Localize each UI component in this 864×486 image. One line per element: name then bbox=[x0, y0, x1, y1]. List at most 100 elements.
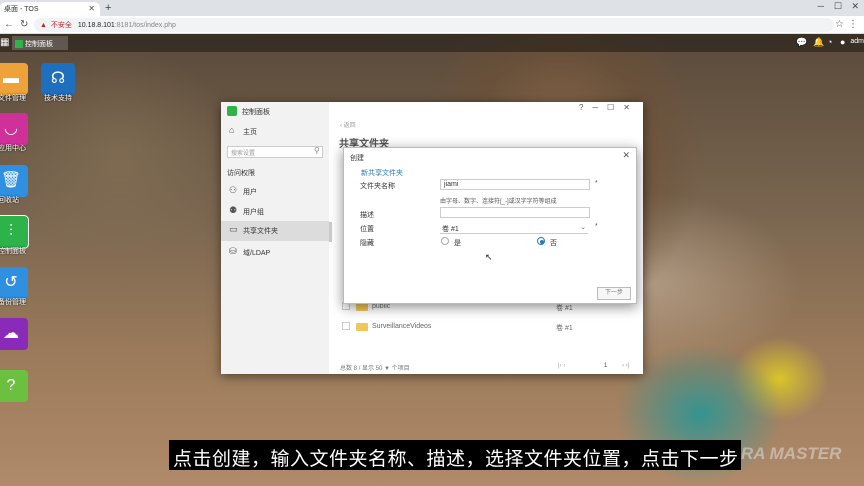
sidebar-item-home[interactable]: ⌂ 主页 bbox=[221, 122, 329, 140]
settings-search-input[interactable]: 搜索设置 bbox=[227, 146, 323, 158]
address-bar: ← ↻ ▲ 不安全 10.18.8.101:8181/tos/index.php… bbox=[0, 16, 864, 34]
video-subtitle: 点击创建，输入文件夹名称、描述，选择文件夹位置，点击下一步 bbox=[169, 440, 741, 470]
user-name[interactable]: adm bbox=[850, 38, 864, 45]
url-input[interactable]: ▲ 不安全 10.18.8.101:8181/tos/index.php bbox=[34, 18, 834, 32]
folder-name-hint: 由字母、数字、连接符[_-]或汉字字符等组成 bbox=[440, 199, 557, 205]
browser-tab-bar: 桌面 - TOS ✕ + ─ ☐ ✕ bbox=[0, 0, 864, 16]
brand-watermark: RA MASTER bbox=[741, 444, 842, 463]
folder-volume: 卷 #1 bbox=[556, 325, 573, 332]
folder-name-input[interactable]: jiami bbox=[440, 179, 590, 190]
radio-selected-dot bbox=[539, 239, 544, 244]
control-panel-sidebar: 控制面板 ⌂ 主页 搜索设置 ⚲ 访问权限 ⚇ 用户 ⚉ 用户组 ▭ 共享文件夹… bbox=[221, 102, 329, 374]
pagination-current[interactable]: 1 bbox=[604, 363, 607, 369]
user-icon: ⚇ bbox=[229, 185, 238, 195]
sidebar-item-shared-folders[interactable]: ▭ 共享文件夹 bbox=[221, 221, 329, 241]
folder-name-label: 文件夹名称 bbox=[360, 183, 395, 190]
folder-name: SurveillanceVideos bbox=[372, 323, 432, 330]
description-label: 描述 bbox=[360, 212, 374, 219]
chevron-down-icon: ⌄ bbox=[580, 224, 586, 231]
sidebar-item-label: 用户 bbox=[243, 189, 257, 196]
bookmark-star-icon[interactable]: ☆ bbox=[835, 19, 844, 30]
desktop-label-backup: 备份管理 bbox=[0, 299, 26, 306]
sidebar-item-users[interactable]: ⚇ 用户 bbox=[221, 182, 329, 200]
taskbar-app-label: 控制面板 bbox=[25, 41, 53, 48]
table-row[interactable]: SurveillanceVideos 卷 #1 bbox=[342, 320, 632, 334]
support-icon[interactable]: ☊ bbox=[41, 63, 75, 95]
required-mark: * bbox=[595, 180, 598, 187]
location-value: 卷 #1 bbox=[442, 226, 459, 233]
desktop-label-recycle-bin: 回收站 bbox=[0, 197, 19, 204]
sidebar-item-label: 主页 bbox=[243, 129, 257, 136]
app-center-icon[interactable]: ◡ bbox=[0, 113, 28, 145]
warning-icon: ▲ bbox=[40, 22, 47, 29]
dialog-close-icon[interactable]: ✕ bbox=[622, 150, 630, 161]
hidden-yes-label: 是 bbox=[454, 240, 461, 247]
group-icon: ⚉ bbox=[229, 205, 238, 215]
next-button[interactable]: 下一步 bbox=[597, 287, 631, 300]
window-controls[interactable]: ?─☐✕ bbox=[579, 103, 639, 112]
required-mark: * bbox=[595, 223, 598, 230]
pagination-prev[interactable]: |‹ ‹ bbox=[558, 363, 565, 369]
desktop-label-control-panel: 控制面板 bbox=[0, 248, 26, 255]
sidebar-item-domain-ldap[interactable]: ⛁ 域/LDAP bbox=[221, 243, 329, 261]
shared-folder-icon: ▭ bbox=[229, 224, 238, 234]
recycle-bin-icon[interactable]: 🗑 bbox=[0, 165, 28, 197]
create-share-dialog: 创建 ✕ 新共享文件夹 文件夹名称 jiami * 由字母、数字、连接符[_-]… bbox=[343, 147, 637, 304]
location-select[interactable]: 卷 #1 ⌄ bbox=[440, 223, 588, 234]
insecure-label: 不安全 bbox=[50, 22, 72, 29]
hidden-label: 隐藏 bbox=[360, 240, 374, 247]
window-close-icon[interactable]: ✕ bbox=[851, 1, 859, 12]
reload-icon[interactable]: ↻ bbox=[20, 19, 28, 30]
taskbar: ▦ 控制面板 💬 🔔 ◔ ● adm bbox=[0, 34, 864, 52]
desktop-label-file-manager: 文件管理 bbox=[0, 95, 26, 102]
desktop-label-support: 技术支持 bbox=[44, 95, 72, 102]
app-grid-icon[interactable]: ▦ bbox=[0, 37, 9, 48]
browser-tab[interactable]: 桌面 - TOS ✕ bbox=[0, 2, 100, 16]
help-icon[interactable]: ? bbox=[0, 370, 28, 402]
url-path: :8181/tos/index.php bbox=[114, 22, 176, 29]
cloud-icon[interactable]: ☁ bbox=[0, 318, 28, 350]
new-tab-icon[interactable]: + bbox=[105, 2, 111, 14]
control-panel-logo-icon bbox=[227, 106, 237, 116]
clock-settings-icon[interactable]: ◔ bbox=[827, 37, 832, 47]
sidebar-item-label: 域/LDAP bbox=[243, 250, 271, 257]
backup-icon[interactable]: ↺ bbox=[0, 267, 28, 299]
back-link[interactable]: ‹ 返回 bbox=[340, 120, 356, 129]
folder-name: public bbox=[372, 303, 391, 310]
bell-icon[interactable]: 🔔 bbox=[813, 37, 824, 48]
home-icon: ⌂ bbox=[229, 125, 235, 135]
domain-icon: ⛁ bbox=[229, 246, 237, 256]
hidden-no-label: 否 bbox=[550, 240, 557, 247]
back-arrow-icon[interactable]: ← bbox=[4, 19, 14, 30]
sidebar-item-groups[interactable]: ⚉ 用户组 bbox=[221, 202, 329, 220]
window-maximize-icon[interactable]: ☐ bbox=[834, 1, 842, 12]
url-host: 10.18.8.101 bbox=[77, 22, 115, 29]
folder-volume: 卷 #1 bbox=[556, 305, 573, 312]
menu-kebab-icon[interactable]: ⋮ bbox=[848, 19, 858, 30]
window-title: 控制面板 bbox=[242, 109, 270, 116]
mouse-cursor-icon: ↖ bbox=[485, 252, 493, 262]
pagination-next[interactable]: › ›| bbox=[622, 363, 629, 369]
tab-close-icon[interactable]: ✕ bbox=[88, 4, 95, 13]
chat-icon[interactable]: 💬 bbox=[796, 37, 807, 48]
hidden-no-radio[interactable] bbox=[537, 237, 545, 245]
file-manager-icon[interactable]: ▬ bbox=[0, 63, 28, 95]
sidebar-item-label: 用户组 bbox=[243, 209, 264, 216]
desktop-label-app-center: 应用中心 bbox=[0, 145, 26, 152]
hidden-yes-radio[interactable] bbox=[441, 237, 449, 245]
tab-title: 桌面 - TOS bbox=[4, 6, 39, 13]
dialog-subtitle: 新共享文件夹 bbox=[361, 170, 403, 177]
user-icon[interactable]: ● bbox=[840, 37, 845, 47]
window-minimize-icon[interactable]: ─ bbox=[818, 1, 824, 11]
sidebar-item-label: 共享文件夹 bbox=[243, 228, 278, 235]
dialog-title: 创建 bbox=[350, 155, 364, 162]
control-panel-icon bbox=[15, 40, 23, 49]
row-checkbox[interactable] bbox=[342, 322, 350, 330]
folder-icon bbox=[356, 323, 368, 331]
control-panel-desktop-icon[interactable]: ⫶ bbox=[0, 215, 29, 249]
description-input[interactable] bbox=[440, 207, 590, 218]
taskbar-app-control-panel[interactable]: 控制面板 bbox=[12, 36, 68, 50]
search-icon[interactable]: ⚲ bbox=[314, 146, 320, 155]
section-header-access: 访问权限 bbox=[227, 170, 255, 177]
pagination-summary: 总数 8 / 显示 50 ▼ 个项目 bbox=[340, 366, 410, 372]
